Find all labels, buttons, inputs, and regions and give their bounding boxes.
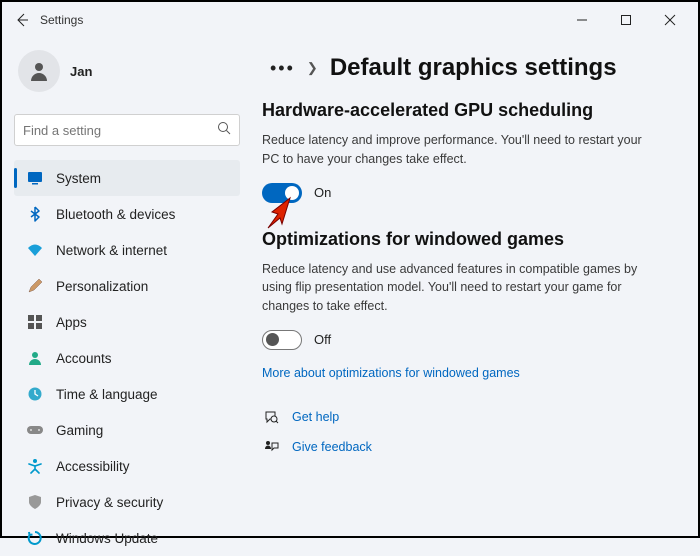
section-heading: Hardware-accelerated GPU scheduling: [262, 100, 670, 121]
sidebar-item-label: Time & language: [56, 387, 158, 402]
more-about-link[interactable]: More about optimizations for windowed ga…: [262, 366, 520, 380]
section-gpu-scheduling: Hardware-accelerated GPU scheduling Redu…: [262, 100, 670, 203]
sidebar-item-accessibility[interactable]: Accessibility: [14, 448, 240, 484]
person-icon: [26, 349, 44, 367]
get-help-link[interactable]: Get help: [292, 410, 339, 424]
toggle-label: Off: [314, 332, 331, 347]
close-button[interactable]: [648, 5, 692, 35]
breadcrumb-more[interactable]: •••: [270, 58, 295, 79]
toggle-label: On: [314, 185, 331, 200]
give-feedback-row[interactable]: Give feedback: [262, 438, 670, 456]
breadcrumb: ••• ❯ Default graphics settings: [270, 54, 670, 82]
update-icon: [26, 529, 44, 547]
sidebar-item-update[interactable]: Windows Update: [14, 520, 240, 556]
avatar: [18, 50, 60, 92]
brush-icon: [26, 277, 44, 295]
apps-icon: [26, 313, 44, 331]
sidebar-item-label: Privacy & security: [56, 495, 163, 510]
gamepad-icon: [26, 421, 44, 439]
system-icon: [26, 169, 44, 187]
maximize-button[interactable]: [604, 5, 648, 35]
back-button[interactable]: [8, 6, 36, 34]
clock-icon: [26, 385, 44, 403]
gpu-scheduling-toggle[interactable]: [262, 183, 302, 203]
sidebar-item-label: Windows Update: [56, 531, 158, 546]
sidebar: Jan System Bluetooth & devices Network &…: [2, 38, 252, 536]
section-description: Reduce latency and use advanced features…: [262, 260, 662, 316]
section-heading: Optimizations for windowed games: [262, 229, 670, 250]
profile-button[interactable]: Jan: [14, 46, 240, 104]
page-title: Default graphics settings: [330, 54, 617, 82]
give-feedback-link[interactable]: Give feedback: [292, 440, 372, 454]
sidebar-item-label: Apps: [56, 315, 87, 330]
titlebar: Settings: [2, 2, 698, 38]
sidebar-item-time[interactable]: Time & language: [14, 376, 240, 412]
section-windowed-games: Optimizations for windowed games Reduce …: [262, 229, 670, 382]
accessibility-icon: [26, 457, 44, 475]
sidebar-item-label: Gaming: [56, 423, 103, 438]
section-description: Reduce latency and improve performance. …: [262, 131, 662, 169]
sidebar-item-label: Bluetooth & devices: [56, 207, 175, 222]
sidebar-item-label: Accounts: [56, 351, 112, 366]
sidebar-item-label: Personalization: [56, 279, 148, 294]
get-help-row[interactable]: Get help: [262, 408, 670, 426]
search-box[interactable]: [14, 114, 240, 146]
sidebar-item-privacy[interactable]: Privacy & security: [14, 484, 240, 520]
sidebar-item-bluetooth[interactable]: Bluetooth & devices: [14, 196, 240, 232]
sidebar-item-network[interactable]: Network & internet: [14, 232, 240, 268]
minimize-button[interactable]: [560, 5, 604, 35]
feedback-icon: [262, 438, 280, 456]
search-input[interactable]: [23, 123, 217, 138]
sidebar-item-gaming[interactable]: Gaming: [14, 412, 240, 448]
chevron-right-icon: ❯: [307, 60, 318, 76]
profile-name: Jan: [70, 64, 92, 79]
sidebar-item-apps[interactable]: Apps: [14, 304, 240, 340]
sidebar-item-accounts[interactable]: Accounts: [14, 340, 240, 376]
help-icon: [262, 408, 280, 426]
sidebar-item-label: Accessibility: [56, 459, 130, 474]
bluetooth-icon: [26, 205, 44, 223]
nav-list: System Bluetooth & devices Network & int…: [14, 160, 240, 556]
sidebar-item-label: System: [56, 171, 101, 186]
search-icon: [217, 121, 231, 140]
content-area: ••• ❯ Default graphics settings Hardware…: [252, 38, 698, 536]
shield-icon: [26, 493, 44, 511]
window-title: Settings: [40, 13, 83, 27]
windowed-games-toggle[interactable]: [262, 330, 302, 350]
wifi-icon: [26, 241, 44, 259]
sidebar-item-personalization[interactable]: Personalization: [14, 268, 240, 304]
sidebar-item-label: Network & internet: [56, 243, 167, 258]
sidebar-item-system[interactable]: System: [14, 160, 240, 196]
